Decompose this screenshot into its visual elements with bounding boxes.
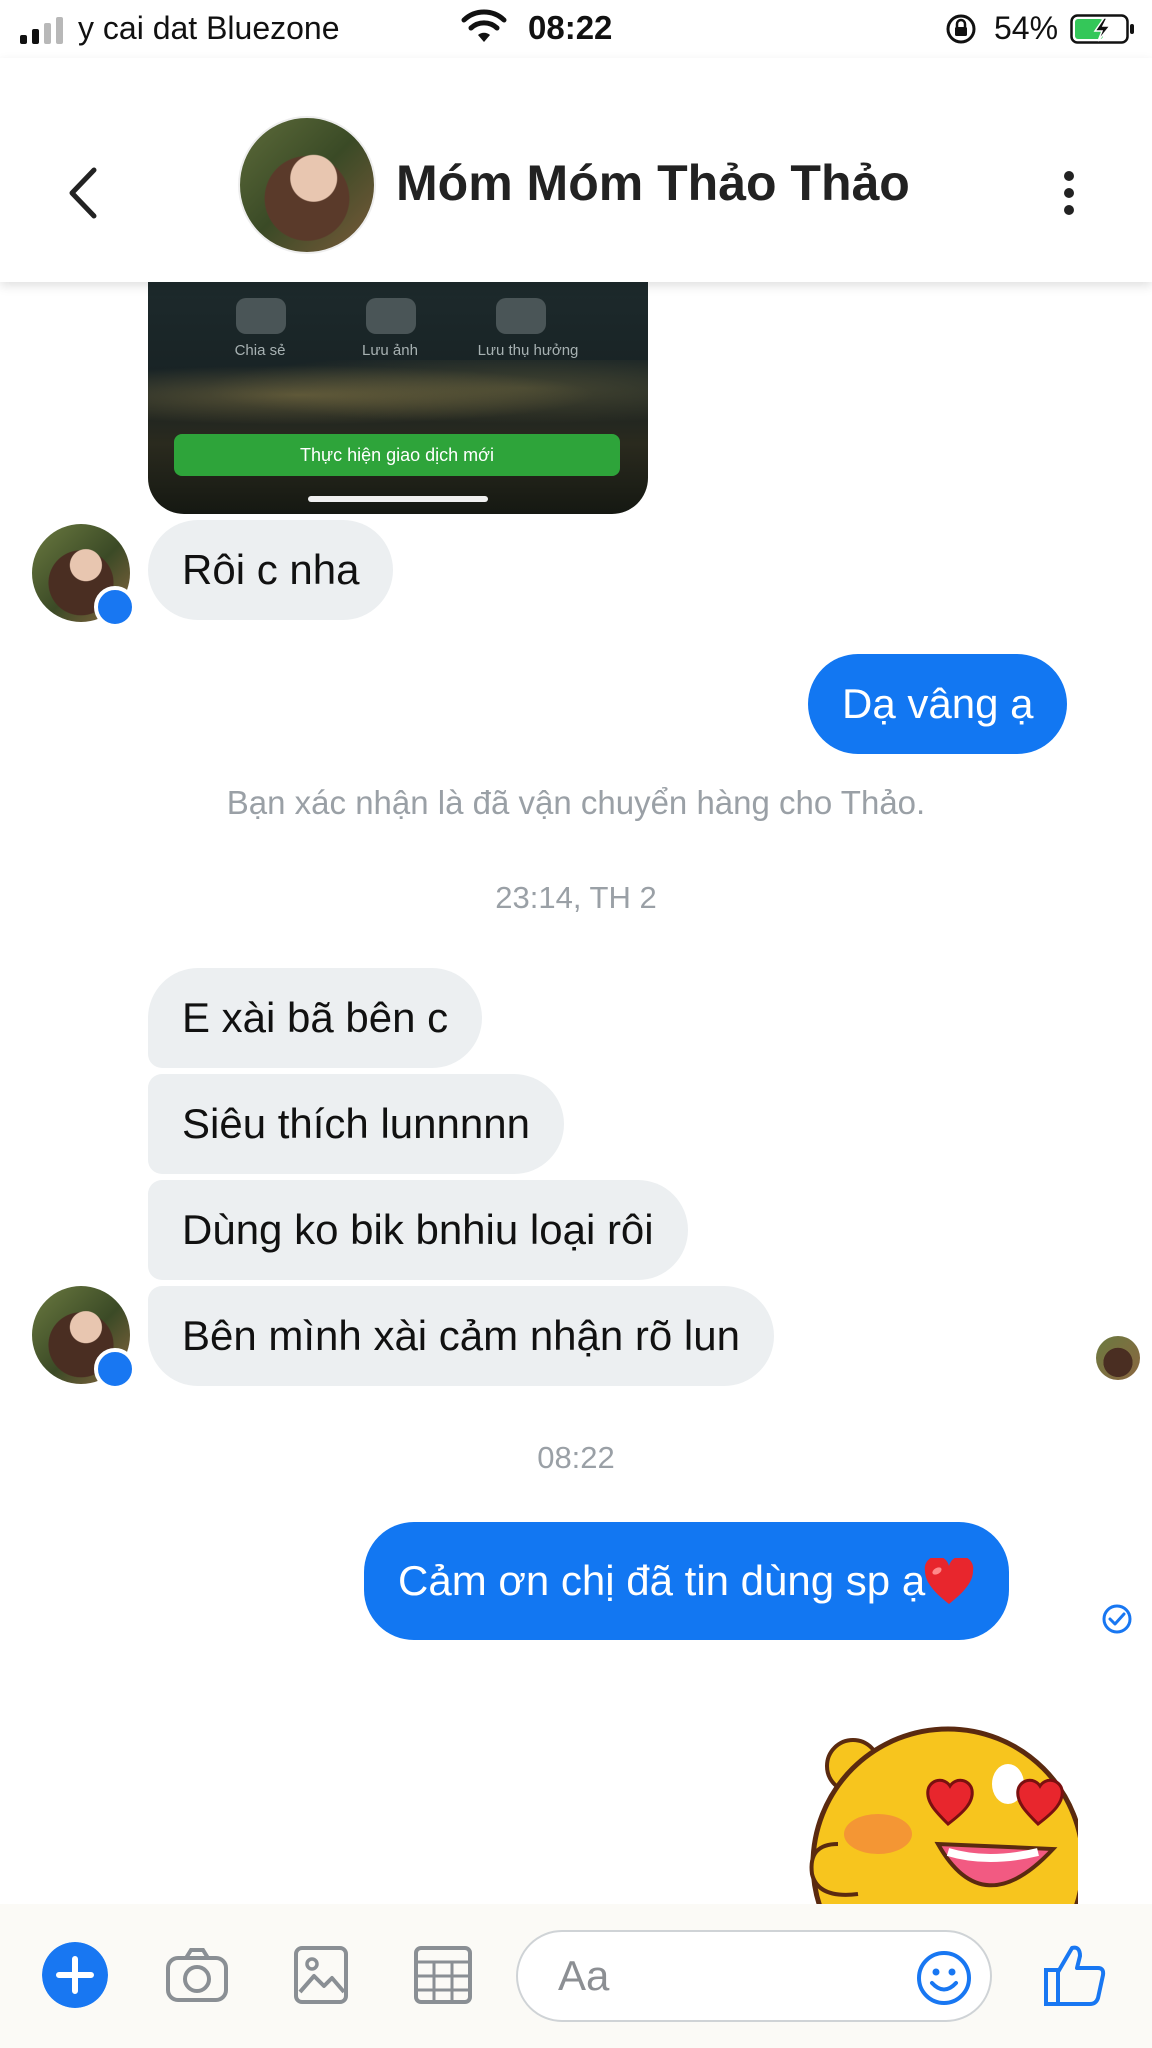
camera-icon [366,298,416,334]
signal-icon [20,14,63,44]
image-action-label: Chia sẻ [234,342,286,359]
conversation-header: Móm Móm Thảo Thảo [0,58,1152,282]
seen-avatar [1096,1336,1140,1380]
heart-icon [924,1558,974,1604]
user-icon [496,298,546,334]
messenger-icon [94,586,136,628]
message-bubble-outgoing[interactable]: Dạ vâng ạ [808,654,1068,754]
message-bubble-incoming[interactable]: Dùng ko bik bnhiu loại rôi [148,1180,688,1280]
messenger-icon [94,1348,136,1390]
message-bubble-incoming[interactable]: Bên mình xài cảm nhận rõ lun [148,1286,774,1386]
message-text: Cảm ơn chị đã tin dùng sp ạ [398,1557,926,1604]
plus-icon[interactable] [42,1942,108,2008]
status-bar: y cai dat Bluezone 08:22 54% [0,0,1152,58]
thumbs-up-icon[interactable] [1040,1940,1110,2010]
message-bubble-incoming[interactable]: E xài bã bên c [148,968,483,1068]
image-new-transaction-button: Thực hiện giao dịch mới [174,434,620,476]
battery-charging-icon [1070,14,1134,44]
camera-icon[interactable] [164,1942,230,2008]
delivered-check-icon [1102,1604,1132,1634]
system-notice: Bạn xác nhận là đã vận chuyển hàng cho T… [226,784,926,821]
message-timestamp: 08:22 [537,1440,615,1475]
image-icon[interactable] [288,1942,354,2008]
contact-avatar[interactable] [238,116,376,254]
more-icon[interactable] [1054,158,1084,228]
composer-bar: Aa [0,1904,1152,2048]
love-sticker-image[interactable] [798,1724,1078,1914]
message-bubble-outgoing[interactable]: Cảm ơn chị đã tin dùng sp ạ [364,1522,1010,1640]
back-icon[interactable] [58,158,108,228]
battery-percent: 54% [994,10,1059,46]
image-action-label: Lưu ảnh [362,342,418,359]
message-timestamp: 23:14, TH 2 [495,880,657,915]
smile-icon[interactable] [916,1950,972,2006]
message-list[interactable]: Chia sẻ Lưu ảnh Lưu thụ hưởng Thực hiện … [0,280,1152,1914]
shared-screenshot-image[interactable]: Chia sẻ Lưu ảnh Lưu thụ hưởng Thực hiện … [148,280,648,514]
rotation-lock-icon [946,14,976,44]
contact-name[interactable]: Móm Móm Thảo Thảo [396,154,910,212]
share-icon [236,298,286,334]
gallery-icon[interactable] [410,1942,476,2008]
message-bubble-incoming[interactable]: Siêu thích lunnnnn [148,1074,564,1174]
wifi-icon [461,9,507,42]
message-bubble-incoming[interactable]: Rôi c nha [148,520,394,620]
carrier-text: y cai dat Bluezone [78,10,340,46]
image-action-label: Lưu thụ hưởng [477,342,579,359]
clock-time: 08:22 [528,9,613,46]
